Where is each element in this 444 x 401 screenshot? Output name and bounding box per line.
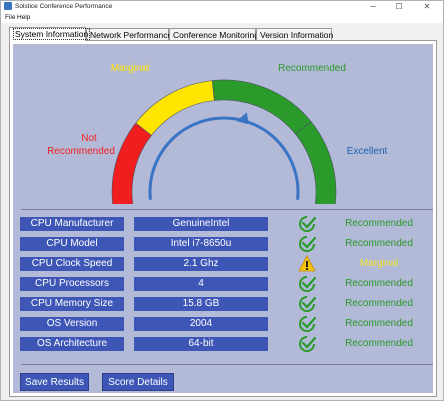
menu-bar: File Help <box>1 12 443 23</box>
row-value: 2004 <box>134 317 268 331</box>
gauge-label-not-recommended-1: Not <box>81 133 97 144</box>
title-bar: Solstice Conference Performance ─ ☐ ✕ <box>1 1 443 12</box>
row-value: GenuineIntel <box>134 217 268 231</box>
row-label: OS Version <box>20 317 124 331</box>
close-button[interactable]: ✕ <box>415 1 439 12</box>
window-title: Solstice Conference Performance <box>15 3 113 10</box>
row-status: Recommended <box>345 338 413 349</box>
row-value: Intel i7-8650u <box>134 237 268 251</box>
tab-label: Network Performance <box>90 30 173 40</box>
score-details-button[interactable]: Score Details <box>102 373 174 391</box>
divider-top <box>21 209 433 210</box>
row-label: CPU Clock Speed <box>20 257 124 271</box>
gauge-label-not-recommended-2: Recommended <box>47 146 115 157</box>
app-icon <box>4 2 12 10</box>
save-results-button[interactable]: Save Results <box>20 373 89 391</box>
row-label: CPU Model <box>20 237 124 251</box>
menu-help[interactable]: Help <box>17 12 30 23</box>
menu-file[interactable]: File <box>5 12 15 23</box>
warning-icon <box>298 255 316 272</box>
row-status: Recommended <box>345 238 413 249</box>
row-value: 4 <box>134 277 268 291</box>
check-circle-icon <box>299 216 316 232</box>
gauge-segment-recommended <box>211 79 312 135</box>
gauge-label-excellent: Excellent <box>346 146 388 157</box>
row-status: Recommended <box>345 218 413 229</box>
row-value: 64-bit <box>134 337 268 351</box>
row-status: Recommended <box>345 278 413 289</box>
row-status: Recommended <box>345 298 413 309</box>
tab-label: Conference Monitoring <box>173 30 259 40</box>
gauge-label-recommended: Recommended <box>278 63 346 74</box>
gauge-segment-marginal <box>135 80 215 136</box>
row-value: 15.8 GB <box>134 297 268 311</box>
minimize-button[interactable]: ─ <box>361 1 385 12</box>
tab-label: System Information <box>13 28 91 40</box>
row-label: CPU Processors <box>20 277 124 291</box>
gauge-indicator-arc <box>148 116 300 200</box>
app-window: Solstice Conference Performance ─ ☐ ✕ Fi… <box>0 0 444 401</box>
row-label: CPU Manufacturer <box>20 217 124 231</box>
row-status: Recommended <box>345 318 413 329</box>
check-circle-icon <box>299 236 316 252</box>
row-status: Marginal <box>359 258 399 269</box>
check-circle-icon <box>299 336 316 352</box>
system-info-panel: Not Recommended Marginal Recommended Exc… <box>13 44 433 393</box>
divider-bottom <box>21 364 433 365</box>
check-circle-icon <box>299 316 316 332</box>
performance-gauge <box>111 79 337 204</box>
maximize-button[interactable]: ☐ <box>387 1 411 12</box>
row-label: CPU Memory Size <box>20 297 124 311</box>
tab-panel: Not Recommended Marginal Recommended Exc… <box>9 40 437 397</box>
check-circle-icon <box>299 296 316 312</box>
gauge-label-marginal: Marginal <box>110 63 150 74</box>
tab-label: Version Information <box>260 30 334 40</box>
tab-system-information[interactable]: System Information <box>9 27 91 41</box>
check-circle-icon <box>299 276 316 292</box>
gauge-segment-excellent <box>295 121 337 204</box>
row-value: 2.1 Ghz <box>134 257 268 271</box>
row-label: OS Architecture <box>20 337 124 351</box>
